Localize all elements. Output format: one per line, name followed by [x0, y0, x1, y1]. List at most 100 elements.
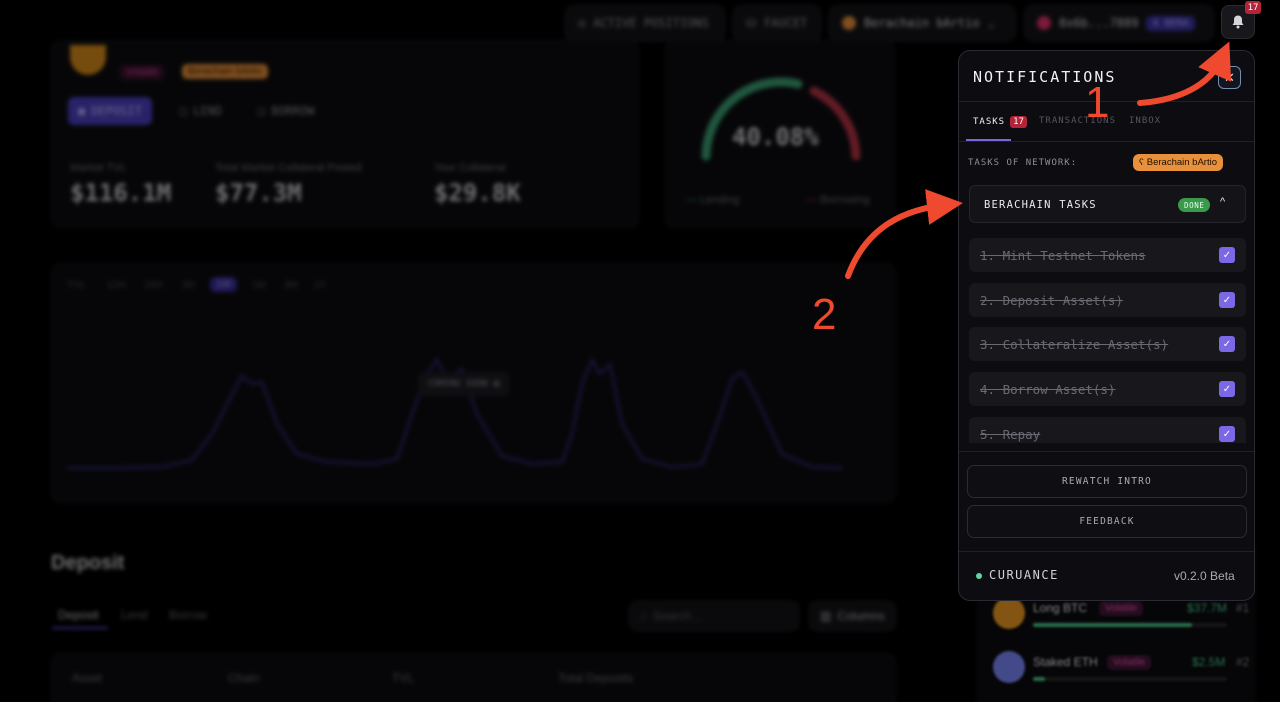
tab-inbox[interactable]: INBOX [1129, 116, 1161, 126]
deposit-table: Asset Chain TVL Total Deposits [51, 653, 896, 702]
stat-label-tvl: Market TVL [70, 162, 127, 174]
checkbox-checked-icon[interactable]: ✓ [1219, 426, 1235, 442]
task-item[interactable]: 5. Repay ✓ [969, 417, 1246, 443]
side-item-tag: Volatile [1099, 601, 1144, 616]
task-item[interactable]: 4. Borrow Asset(s) ✓ [969, 372, 1246, 406]
faucet-label: FAUCET [764, 16, 808, 30]
side-item-rank: #2 [1236, 655, 1250, 669]
rewatch-intro-button[interactable]: REWATCH INTRO [967, 465, 1247, 498]
lend-icon: ▢ [180, 104, 188, 118]
bear-icon: ʕ [1139, 157, 1144, 168]
network-chip-label: Berachain bArtio [1146, 157, 1217, 168]
close-button[interactable]: ✕ [1218, 66, 1241, 89]
active-positions-label: ACTIVE POSITIONS [593, 16, 709, 30]
deposit-action-label: DEPOSIT [91, 104, 142, 118]
side-item-rank: #1 [1236, 601, 1250, 615]
utilization-card: 40.08% — Lending — Borrowing [665, 40, 895, 228]
task-item[interactable]: 1. Mint Testnet Tokens ✓ [969, 238, 1246, 272]
search-input[interactable]: ⌕ Search... [629, 601, 799, 631]
side-item-progress-track [1033, 677, 1227, 681]
chevron-down-icon: ⌄ [987, 16, 995, 30]
borrow-action-button[interactable]: ▢ BORROW [248, 97, 325, 125]
faucet-icon: ⛁ [746, 16, 757, 30]
side-item-progress-fill [1033, 623, 1193, 627]
task-item[interactable]: 3. Collateralize Asset(s) ✓ [969, 327, 1246, 361]
wallet-avatar [1037, 16, 1051, 30]
table-header-tvl[interactable]: TVL [392, 671, 414, 685]
tasks-count-badge: 17 [1010, 116, 1027, 128]
borrow-action-label: BORROW [271, 104, 315, 118]
borrow-icon: ▢ [258, 104, 266, 118]
bell-icon [1232, 15, 1244, 29]
divider [959, 141, 1254, 142]
faucet-button[interactable]: ⛁ FAUCET [733, 5, 821, 41]
table-header-chain[interactable]: Chain [228, 671, 259, 685]
divider [959, 551, 1254, 552]
tab-inbox-label: INBOX [1129, 116, 1162, 126]
task-item[interactable]: 2. Deposit Asset(s) ✓ [969, 283, 1246, 317]
task-label: 3. Collateralize Asset(s) [980, 337, 1169, 352]
task-label: 5. Repay [980, 427, 1041, 442]
side-market-rows: Long BTC Volatile $37.7M #1 Staked ETH V… [977, 585, 1255, 702]
bera-network-icon [842, 16, 856, 30]
network-label: TASKS OF NETWORK: [968, 158, 1078, 168]
bell-count-badge: 17 [1245, 1, 1261, 14]
tab-tasks[interactable]: TASKS 17 [973, 116, 1027, 128]
legend-borrowing-label: Borrowing [820, 194, 870, 206]
version-label: v0.2.0 Beta [1174, 569, 1235, 583]
task-label: 2. Deposit Asset(s) [980, 293, 1123, 308]
table-header-total-deposits[interactable]: Total Deposits [558, 671, 633, 685]
lock-icon: ▤ [493, 379, 500, 389]
btc-icon [993, 597, 1025, 629]
network-selector[interactable]: Berachain bArtio ⌄ [829, 5, 1016, 41]
close-icon: ✕ [1224, 69, 1235, 85]
checkbox-checked-icon[interactable]: ✓ [1219, 381, 1235, 397]
gauge-borrowing-arc [809, 86, 861, 161]
side-item-value: $37.7M [1187, 601, 1228, 615]
chevron-up-icon: ^ [1220, 196, 1226, 208]
market-logo [70, 45, 106, 75]
task-group-header[interactable]: BERACHAIN TASKS DONE ^ [969, 185, 1246, 223]
task-label: 1. Mint Testnet Tokens [980, 248, 1146, 263]
feedback-button[interactable]: FEEDBACK [967, 505, 1247, 538]
wallet-button[interactable]: 0x6b...7889 4 BERA [1024, 5, 1214, 41]
side-item-value: $2.5M [1192, 655, 1226, 669]
checkbox-checked-icon[interactable]: ✓ [1219, 336, 1235, 352]
side-item-name: Staked ETH [1033, 655, 1098, 669]
market-card: Volatile Berachain bArtio ▣ DEPOSIT ▢ LEND… [51, 40, 639, 228]
brand-name: CURUANCE [989, 568, 1059, 582]
tab-lend[interactable]: Lend [121, 608, 148, 622]
history-card: TVL 12H 24H 3D 1W 1M 3M 1Y COMING SOON ▤ [51, 263, 896, 503]
clock-icon: ◷ [578, 16, 586, 30]
checkbox-checked-icon[interactable]: ✓ [1219, 292, 1235, 308]
volatile-tag: Volatile [120, 65, 165, 80]
divider [959, 451, 1254, 452]
tab-tasks-label: TASKS [973, 117, 1006, 127]
checkbox-checked-icon[interactable]: ✓ [1219, 247, 1235, 263]
network-chip: ʕ Berachain bArtio [1133, 154, 1223, 171]
side-item-progress-track [1033, 623, 1227, 627]
table-header-asset[interactable]: Asset [72, 671, 102, 685]
lend-action-label: LEND [193, 104, 223, 118]
tab-deposit[interactable]: Deposit [58, 608, 99, 622]
coming-soon-badge: COMING SOON ▤ [418, 372, 510, 396]
columns-button[interactable]: ▥ Columns [809, 601, 896, 631]
columns-icon: ▥ [820, 609, 832, 623]
brand-logo-icon [976, 573, 982, 579]
wallet-address: 0x6b...7889 [1059, 16, 1139, 30]
lend-action-button[interactable]: ▢ LEND [170, 97, 232, 125]
legend-lending: — Lending [686, 194, 740, 206]
annotation-number-1: 1 [1085, 78, 1110, 127]
active-positions-button[interactable]: ◷ ACTIVE POSITIONS [565, 5, 725, 41]
legend-lending-label: Lending [700, 194, 740, 206]
task-group-status-badge: DONE [1178, 198, 1211, 212]
legend-borrowing: — Borrowing [806, 194, 870, 206]
deposit-section-title: Deposit [51, 552, 125, 574]
deposit-action-button[interactable]: ▣ DEPOSIT [68, 97, 152, 125]
annotation-number-2: 2 [812, 290, 837, 339]
search-icon: ⌕ [640, 608, 647, 623]
side-item-tag: Volatile [1107, 655, 1152, 670]
gauge-value: 40.08% [732, 123, 819, 151]
network-label: Berachain bArtio [864, 16, 980, 30]
tab-borrow[interactable]: Borrow [169, 608, 207, 622]
